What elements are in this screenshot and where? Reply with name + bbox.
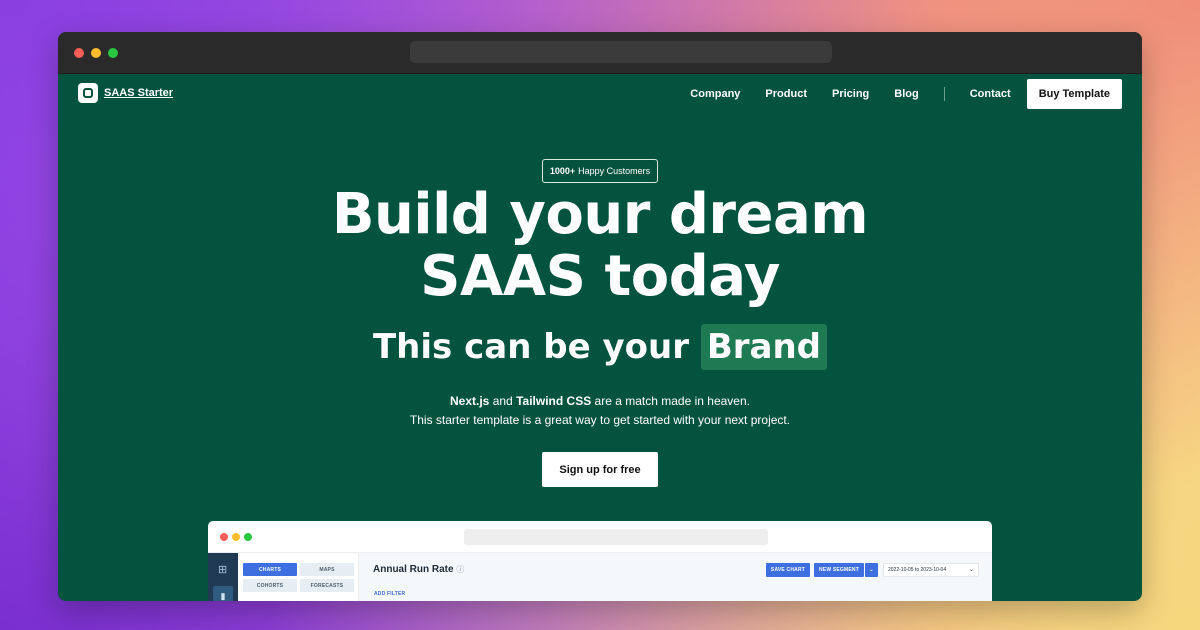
chart-title: Annual Run Rate bbox=[373, 564, 454, 575]
tab-cohorts[interactable]: COHORTS bbox=[243, 579, 297, 592]
logo-icon bbox=[78, 83, 98, 103]
nav-divider bbox=[943, 87, 945, 101]
nav-link-pricing[interactable]: Pricing bbox=[832, 88, 869, 100]
preview-toolbar bbox=[208, 521, 992, 553]
site-header: SAAS Starter Company Product Pricing Blo… bbox=[58, 74, 1142, 114]
help-icon[interactable]: ⓘ bbox=[456, 565, 464, 574]
maximize-window-button[interactable] bbox=[108, 48, 118, 58]
brand-highlight: Brand bbox=[700, 324, 827, 370]
tab-forecasts[interactable]: FORECASTS bbox=[300, 579, 354, 592]
nav-link-product[interactable]: Product bbox=[765, 88, 807, 100]
address-bar[interactable] bbox=[410, 41, 832, 63]
desc-and: and bbox=[492, 394, 513, 408]
desc-rest: are a match made in heaven. bbox=[594, 394, 750, 408]
preview-close-dot bbox=[220, 533, 228, 541]
preview-maximize-dot bbox=[244, 533, 252, 541]
tab-charts[interactable]: CHARTS bbox=[243, 563, 297, 576]
logo-link[interactable]: SAAS Starter bbox=[78, 83, 173, 103]
preview-address-bar bbox=[464, 529, 768, 545]
close-window-button[interactable] bbox=[74, 48, 84, 58]
badge-text: Happy Customers bbox=[578, 166, 651, 176]
preview-sidebar: ⊞ ▮ bbox=[208, 553, 238, 601]
main-nav: Company Product Pricing Blog Contact Buy… bbox=[690, 79, 1122, 109]
buy-template-button[interactable]: Buy Template bbox=[1026, 79, 1122, 109]
nav-link-blog[interactable]: Blog bbox=[894, 88, 918, 100]
preview-title: Annual Run Rate ⓘ bbox=[373, 564, 464, 575]
save-chart-button[interactable]: SAVE CHART bbox=[766, 563, 810, 577]
date-range-value: 2022-10-05 to 2023-10-04 bbox=[888, 567, 947, 573]
preview-tabs: CHARTS MAPS COHORTS FORECASTS bbox=[238, 553, 359, 601]
desc-tailwind: Tailwind CSS bbox=[516, 394, 592, 408]
hero-subtitle: This can be your Brand bbox=[58, 323, 1142, 371]
preview-main: Annual Run Rate ⓘ SAVE CHART NEW SEGMENT… bbox=[359, 553, 992, 601]
add-filter-link[interactable]: ADD FILTER bbox=[374, 591, 405, 597]
desc-nextjs: Next.js bbox=[450, 394, 490, 408]
logo-text: SAAS Starter bbox=[104, 87, 174, 99]
hero-description: Next.js and Tailwind CSS are a match mad… bbox=[58, 392, 1142, 430]
signup-button[interactable]: Sign up for free bbox=[542, 452, 658, 487]
hero-title-line1: Build your dream bbox=[331, 182, 869, 247]
hero-subtitle-prefix: This can be your bbox=[372, 327, 689, 367]
bar-chart-icon: ▮ bbox=[213, 586, 233, 601]
grid-icon: ⊞ bbox=[218, 564, 228, 576]
customers-badge: 1000+ Happy Customers bbox=[542, 159, 658, 183]
dashboard-preview: ⊞ ▮ CHARTS MAPS COHORTS FORECASTS Annual… bbox=[208, 521, 992, 601]
desc-line2: This starter template is a great way to … bbox=[409, 413, 791, 427]
chevron-down-icon: ⌄ bbox=[968, 567, 974, 573]
date-range-select[interactable]: 2022-10-05 to 2023-10-04 ⌄ bbox=[883, 563, 979, 577]
hero-title: Build your dream SAAS today bbox=[58, 184, 1142, 308]
browser-window: SAAS Starter Company Product Pricing Blo… bbox=[58, 32, 1142, 601]
browser-toolbar bbox=[58, 32, 1142, 74]
badge-count: 1000+ bbox=[549, 166, 576, 176]
preview-minimize-dot bbox=[232, 533, 240, 541]
nav-link-contact[interactable]: Contact bbox=[970, 88, 1011, 100]
segment-dropdown-icon[interactable]: ⌄ bbox=[865, 563, 878, 577]
new-segment-button[interactable]: NEW SEGMENT bbox=[814, 563, 864, 577]
nav-link-company[interactable]: Company bbox=[690, 88, 740, 100]
hero-title-line2: SAAS today bbox=[420, 244, 780, 309]
tab-maps[interactable]: MAPS bbox=[300, 563, 354, 576]
minimize-window-button[interactable] bbox=[91, 48, 101, 58]
